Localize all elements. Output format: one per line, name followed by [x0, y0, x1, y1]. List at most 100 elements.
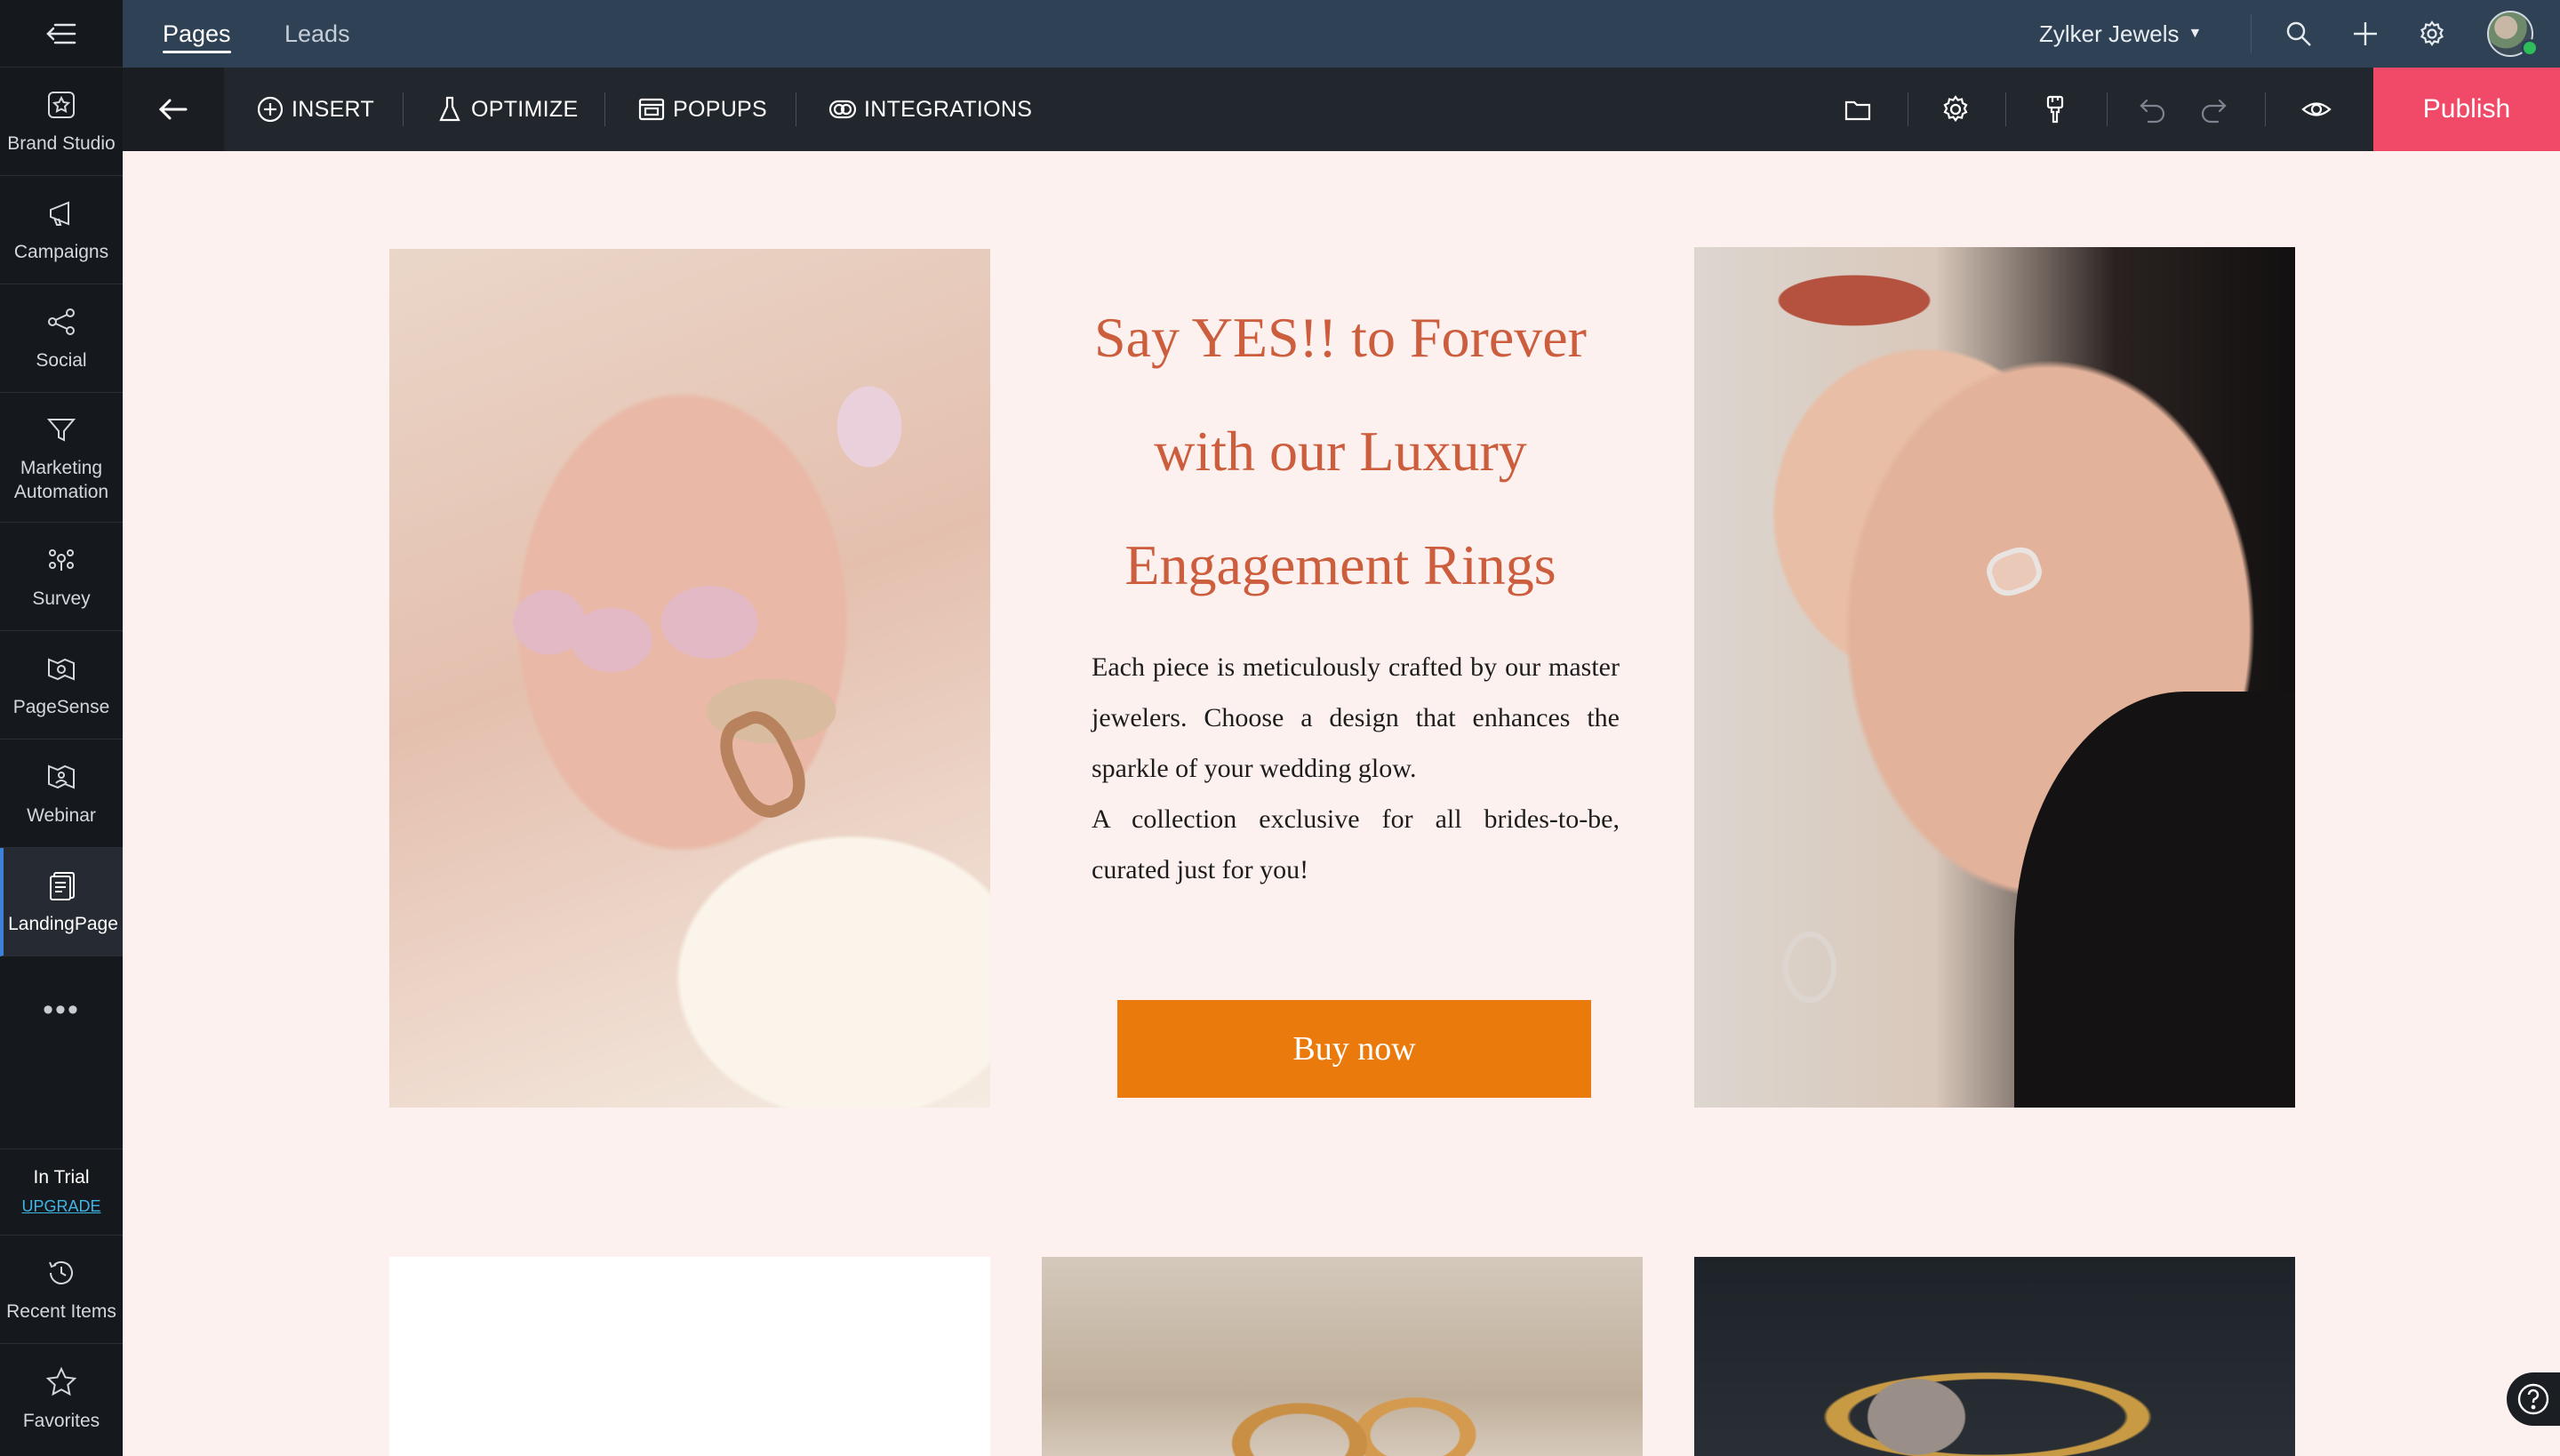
dress-graphic	[2014, 692, 2295, 1108]
preview-button[interactable]	[2300, 93, 2332, 125]
sidebar-item-pagesense[interactable]: PageSense	[0, 631, 123, 740]
editor-toolbar: INSERT OPTIMIZE POPUPS INTEGRATIONS Publ…	[123, 68, 2560, 151]
diamond-ring-image[interactable]	[1694, 1257, 2295, 1456]
gear-icon	[2420, 20, 2444, 46]
popups-button[interactable]: POPUPS	[637, 68, 767, 151]
undo-button[interactable]	[2137, 93, 2169, 125]
integrations-button[interactable]: INTEGRATIONS	[828, 68, 1032, 151]
divider	[2107, 92, 2108, 126]
optimize-button[interactable]: OPTIMIZE	[436, 68, 578, 151]
online-status-dot	[2521, 39, 2539, 57]
integrations-icon	[828, 100, 857, 119]
sidebar-item-label: Survey	[32, 588, 91, 609]
back-button[interactable]	[123, 68, 224, 151]
theme-button[interactable]	[2039, 93, 2071, 125]
hero-paragraph: Each piece is meticulously crafted by ou…	[1092, 652, 1620, 783]
divider	[2251, 14, 2252, 53]
favorites-label: Favorites	[22, 1410, 100, 1431]
hero-description[interactable]: Each piece is meticulously crafted by ou…	[1092, 642, 1620, 895]
page-canvas[interactable]: Say YES!! to Forever with our Luxury Eng…	[123, 151, 2560, 1456]
add-button[interactable]	[2349, 18, 2381, 50]
search-button[interactable]	[2283, 18, 2315, 50]
caret-down-icon: ▼	[2188, 26, 2203, 41]
trial-status: In Trial	[33, 1167, 90, 1188]
webinar-icon	[48, 764, 75, 789]
sidebar-item-label: Social	[36, 350, 87, 371]
upgrade-link[interactable]: UPGRADE	[0, 1197, 123, 1216]
plus-circle-icon	[257, 96, 284, 123]
paint-brush-icon	[2046, 95, 2064, 124]
hero-title[interactable]: Say YES!! to Forever with our Luxury Eng…	[1065, 281, 1616, 622]
star-icon	[45, 1366, 77, 1396]
recent-items-button[interactable]: Recent Items	[0, 1236, 123, 1344]
survey-icon	[49, 549, 74, 571]
settings-button[interactable]	[2416, 18, 2448, 50]
sidebar-item-brand-studio[interactable]: Brand Studio	[0, 68, 123, 176]
divider	[604, 92, 605, 126]
plus-icon	[2354, 22, 2377, 45]
pendant-graphic	[1783, 932, 1836, 1003]
hero-title-line: with our Luxury	[1154, 420, 1527, 483]
redo-button[interactable]	[2197, 93, 2229, 125]
menu-collapse-icon	[46, 23, 76, 44]
sidebar-item-label: Marketing Automation	[13, 457, 109, 502]
integrations-label: INTEGRATIONS	[864, 96, 1033, 122]
sidebar-item-label: Webinar	[27, 805, 96, 826]
brand-studio-icon	[48, 92, 75, 118]
sidebar-item-survey[interactable]: Survey	[0, 523, 123, 631]
help-button[interactable]	[2507, 1372, 2560, 1426]
eye-icon	[2301, 102, 2332, 116]
hero-title-line: Engagement Rings	[1124, 533, 1556, 596]
redo-icon	[2201, 99, 2227, 124]
hero-image-left[interactable]	[389, 249, 990, 1108]
sidebar-item-marketing-automation[interactable]: Marketing Automation	[0, 393, 123, 523]
page-settings-button[interactable]	[1940, 93, 1972, 125]
tab-pages[interactable]: Pages	[163, 0, 231, 68]
ring-graphic	[1981, 541, 2047, 602]
insert-button[interactable]: INSERT	[256, 68, 374, 151]
wedding-rings-image[interactable]	[1042, 1257, 1643, 1456]
sidebar-item-social[interactable]: Social	[0, 284, 123, 393]
divider	[2265, 92, 2266, 126]
sidebar-item-label: Campaigns	[13, 242, 109, 262]
sidebar-item-label: Brand Studio	[7, 133, 116, 154]
megaphone-icon	[50, 201, 69, 226]
sidebar-item-label: PageSense	[12, 697, 110, 717]
undo-icon	[2140, 99, 2165, 124]
search-icon	[2286, 21, 2311, 46]
trial-panel: In Trial UPGRADE	[0, 1148, 123, 1236]
files-button[interactable]	[1842, 93, 1874, 125]
left-sidebar: Brand Studio Campaigns Social Marketing …	[0, 0, 123, 1456]
hero-title-line: Say YES!! to Forever	[1094, 306, 1587, 369]
popup-window-icon	[638, 98, 665, 121]
settings-icon	[1943, 95, 1968, 123]
help-icon	[2517, 1383, 2549, 1415]
hero-paragraph: A collection exclusive for all brides-to…	[1092, 804, 1620, 884]
sidebar-item-campaigns[interactable]: Campaigns	[0, 176, 123, 284]
divider	[2005, 92, 2006, 126]
hero-image-right[interactable]	[1694, 247, 2295, 1108]
favorites-button[interactable]: Favorites	[0, 1344, 123, 1452]
sidebar-item-landingpage[interactable]: LandingPage	[0, 848, 123, 956]
organization-switcher[interactable]: Zylker Jewels ▼	[2039, 0, 2202, 68]
ring-graphic	[708, 700, 818, 828]
folder-icon	[1844, 100, 1871, 121]
share-icon	[48, 308, 75, 335]
image-placeholder[interactable]	[389, 1257, 990, 1456]
hero-text-block[interactable]: Say YES!! to Forever with our Luxury Eng…	[1065, 151, 1620, 1111]
pagesense-icon	[48, 658, 75, 681]
menu-toggle-button[interactable]	[0, 0, 123, 68]
publish-button[interactable]: Publish	[2373, 68, 2560, 151]
landing-page-icon	[50, 872, 75, 900]
sidebar-item-label: LandingPage	[8, 914, 118, 934]
divider	[403, 92, 404, 126]
more-apps-button[interactable]: •••	[0, 956, 123, 1063]
buy-now-button[interactable]: Buy now	[1117, 1000, 1591, 1098]
flask-icon	[439, 96, 460, 122]
organization-name: Zylker Jewels	[2039, 20, 2180, 47]
sidebar-item-webinar[interactable]: Webinar	[0, 740, 123, 848]
tab-leads[interactable]: Leads	[284, 0, 350, 68]
popups-label: POPUPS	[673, 96, 767, 122]
optimize-label: OPTIMIZE	[471, 96, 579, 122]
history-icon	[49, 1260, 73, 1284]
